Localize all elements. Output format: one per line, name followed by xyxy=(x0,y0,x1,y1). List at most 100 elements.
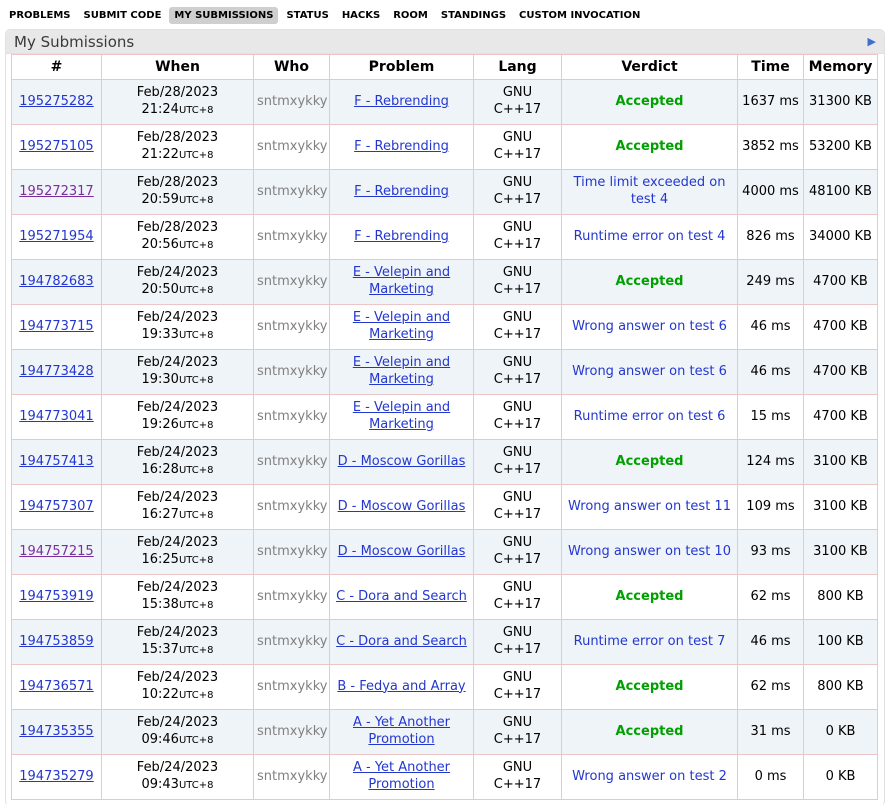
submission-row: 194736571 Feb/24/202310:22UTC+8sntmxykky B… xyxy=(12,665,878,710)
username-link[interactable]: sntmxykky xyxy=(257,409,327,424)
problem-link[interactable]: E - Velepin and Marketing xyxy=(353,310,450,342)
table-header-row: #WhenWhoProblemLangVerdictTimeMemory xyxy=(12,55,878,80)
language-label: GNU C++17 xyxy=(494,310,542,344)
memory-cell: 4700 KB xyxy=(804,395,878,440)
problem-link[interactable]: F - Rebrending xyxy=(354,139,449,154)
username-link[interactable]: sntmxykky xyxy=(257,724,327,739)
nav-item-room[interactable]: ROOM xyxy=(388,7,433,24)
submission-id-link[interactable]: 194757413 xyxy=(19,454,93,469)
submission-id-link[interactable]: 194773715 xyxy=(19,319,93,334)
lang-cell: GNU C++17 xyxy=(474,350,562,395)
username-link[interactable]: sntmxykky xyxy=(257,769,327,784)
when-cell: Feb/24/202315:38UTC+8 xyxy=(102,575,254,620)
problem-link[interactable]: E - Velepin and Marketing xyxy=(353,265,450,297)
who-cell: sntmxykky xyxy=(254,215,330,260)
who-cell: sntmxykky xyxy=(254,665,330,710)
submission-id-link[interactable]: 194757215 xyxy=(19,544,93,559)
when-cell: Feb/24/202319:33UTC+8 xyxy=(102,305,254,350)
problem-link[interactable]: C - Dora and Search xyxy=(336,634,467,649)
username-link[interactable]: sntmxykky xyxy=(257,454,327,469)
who-cell: sntmxykky xyxy=(254,350,330,395)
submission-id-link[interactable]: 195272317 xyxy=(19,184,93,199)
timezone-label: UTC+8 xyxy=(179,600,214,611)
submission-id-cell: 194773428 xyxy=(12,350,102,395)
username-link[interactable]: sntmxykky xyxy=(257,544,327,559)
username-link[interactable]: sntmxykky xyxy=(257,634,327,649)
timezone-label: UTC+8 xyxy=(179,555,214,566)
submission-id-link[interactable]: 194736571 xyxy=(19,679,93,694)
when-cell: Feb/24/202309:43UTC+8 xyxy=(102,755,254,800)
submission-id-link[interactable]: 195275282 xyxy=(19,94,93,109)
username-link[interactable]: sntmxykky xyxy=(257,679,327,694)
submission-id-link[interactable]: 194757307 xyxy=(19,499,93,514)
submission-id-link[interactable]: 194753919 xyxy=(19,589,93,604)
problem-link[interactable]: D - Moscow Gorillas xyxy=(338,454,466,469)
when-cell: Feb/24/202310:22UTC+8 xyxy=(102,665,254,710)
nav-item-status[interactable]: STATUS xyxy=(281,7,333,24)
submission-id-link[interactable]: 194773041 xyxy=(19,409,93,424)
submission-id-link[interactable]: 195275105 xyxy=(19,139,93,154)
submission-id-link[interactable]: 194735279 xyxy=(19,769,93,784)
verdict-label: Accepted xyxy=(616,274,684,289)
submission-id-link[interactable]: 194753859 xyxy=(19,634,93,649)
verdict-label: Wrong answer on test 6 xyxy=(572,319,727,334)
username-link[interactable]: sntmxykky xyxy=(257,184,327,199)
verdict-label: Runtime error on test 4 xyxy=(574,229,726,244)
panel-caption: My Submissions ▶ xyxy=(6,30,884,54)
verdict-cell: Wrong answer on test 6 xyxy=(562,305,738,350)
username-link[interactable]: sntmxykky xyxy=(257,589,327,604)
memory-cell: 4700 KB xyxy=(804,305,878,350)
problem-link[interactable]: A - Yet Another Promotion xyxy=(353,715,450,747)
lang-cell: GNU C++17 xyxy=(474,620,562,665)
username-link[interactable]: sntmxykky xyxy=(257,499,327,514)
language-label: GNU C++17 xyxy=(494,85,542,119)
verdict-cell: Time limit exceeded on test 4 xyxy=(562,170,738,215)
nav-item-standings[interactable]: STANDINGS xyxy=(436,7,511,24)
username-link[interactable]: sntmxykky xyxy=(257,139,327,154)
nav-item-submit-code[interactable]: SUBMIT CODE xyxy=(79,7,167,24)
who-cell: sntmxykky xyxy=(254,575,330,620)
problem-link[interactable]: D - Moscow Gorillas xyxy=(338,544,466,559)
submission-id-link[interactable]: 194735355 xyxy=(19,724,93,739)
submission-id-link[interactable]: 195271954 xyxy=(19,229,93,244)
submission-row: 194735355Feb/24/202309:46UTC+8sntmxykkyA… xyxy=(12,710,878,755)
username-link[interactable]: sntmxykky xyxy=(257,274,327,289)
problem-link[interactable]: C - Dora and Search xyxy=(336,589,467,604)
submission-id-link[interactable]: 194773428 xyxy=(19,364,93,379)
problem-link[interactable]: F - Rebrending xyxy=(354,229,449,244)
lang-cell: GNU C++17 xyxy=(474,125,562,170)
timezone-label: UTC+8 xyxy=(179,780,214,791)
submission-time: 20:59UTC+8 xyxy=(105,192,250,209)
username-link[interactable]: sntmxykky xyxy=(257,229,327,244)
verdict-label: Wrong answer on test 6 xyxy=(572,364,727,379)
problem-link[interactable]: B - Fedya and Array xyxy=(337,679,465,694)
problem-link[interactable]: D - Moscow Gorillas xyxy=(338,499,466,514)
username-link[interactable]: sntmxykky xyxy=(257,364,327,379)
problem-link[interactable]: F - Rebrending xyxy=(354,94,449,109)
problem-link[interactable]: F - Rebrending xyxy=(354,184,449,199)
problem-link[interactable]: A - Yet Another Promotion xyxy=(353,760,450,792)
expand-arrow-icon[interactable]: ▶ xyxy=(868,36,876,47)
submission-id-cell: 194757413 xyxy=(12,440,102,485)
panel-title: My Submissions xyxy=(14,33,134,51)
timezone-label: UTC+8 xyxy=(179,195,214,206)
username-link[interactable]: sntmxykky xyxy=(257,94,327,109)
problem-link[interactable]: E - Velepin and Marketing xyxy=(353,355,450,387)
submission-date: Feb/24/2023 xyxy=(105,355,250,372)
problem-link[interactable]: E - Velepin and Marketing xyxy=(353,400,450,432)
verdict-label: Accepted xyxy=(616,454,684,469)
submission-time: 09:46UTC+8 xyxy=(105,732,250,749)
nav-item-my-submissions[interactable]: MY SUBMISSIONS xyxy=(169,7,278,24)
username-link[interactable]: sntmxykky xyxy=(257,319,327,334)
memory-cell: 31300 KB xyxy=(804,80,878,125)
language-label: GNU C++17 xyxy=(494,130,542,164)
submission-id-cell: 194735279 xyxy=(12,755,102,800)
submission-time: 16:28UTC+8 xyxy=(105,462,250,479)
lang-cell: GNU C++17 xyxy=(474,395,562,440)
nav-item-problems[interactable]: PROBLEMS xyxy=(4,7,76,24)
nav-item-custom-invocation[interactable]: CUSTOM INVOCATION xyxy=(514,7,645,24)
when-cell: Feb/24/202315:37UTC+8 xyxy=(102,620,254,665)
nav-item-hacks[interactable]: HACKS xyxy=(337,7,385,24)
submission-id-link[interactable]: 194782683 xyxy=(19,274,93,289)
timezone-label: UTC+8 xyxy=(179,735,214,746)
